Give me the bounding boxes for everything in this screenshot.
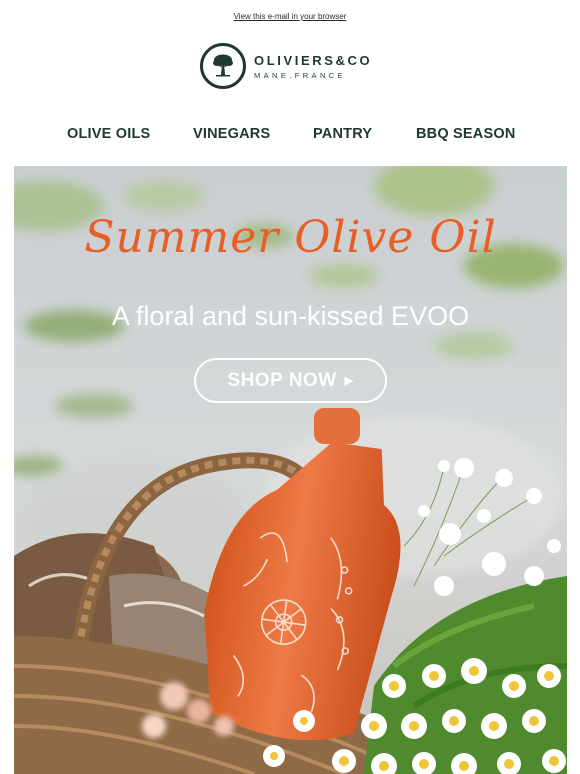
nav-item-olive-oils[interactable]: OLIVE OILS — [67, 126, 150, 142]
shop-now-label: SHOP NOW — [227, 369, 337, 391]
brand-name: OLIVIERS&CO — [254, 52, 373, 68]
nav-item-bbq-season[interactable]: BBQ SEASON — [416, 126, 516, 142]
shop-now-button[interactable]: SHOP NOW ▶ — [194, 358, 387, 403]
hero-banner[interactable]: Summer Olive Oil A floral and sun-kissed… — [14, 166, 567, 774]
preheader: View this e-mail in your browser — [0, 6, 580, 24]
brand-logo[interactable]: OLIVIERS&CO MANE.FRANCE — [200, 42, 372, 90]
logo-text: OLIVIERS&CO MANE.FRANCE — [254, 53, 372, 80]
hero-subtitle: A floral and sun-kissed EVOO — [111, 301, 470, 331]
nav-item-pantry[interactable]: PANTRY — [313, 126, 372, 142]
nav-item-vinegars[interactable]: VINEGARS — [193, 126, 270, 142]
olive-tree-icon — [200, 43, 246, 89]
play-arrow-icon: ▶ — [344, 375, 354, 387]
brand-place: MANE.FRANCE — [254, 70, 346, 80]
hero-title: Summer Olive Oil — [84, 212, 497, 263]
main-nav: OLIVE OILS VINEGARS PANTRY BBQ SEASON — [0, 126, 580, 144]
view-in-browser-link[interactable]: View this e-mail in your browser — [234, 12, 347, 21]
